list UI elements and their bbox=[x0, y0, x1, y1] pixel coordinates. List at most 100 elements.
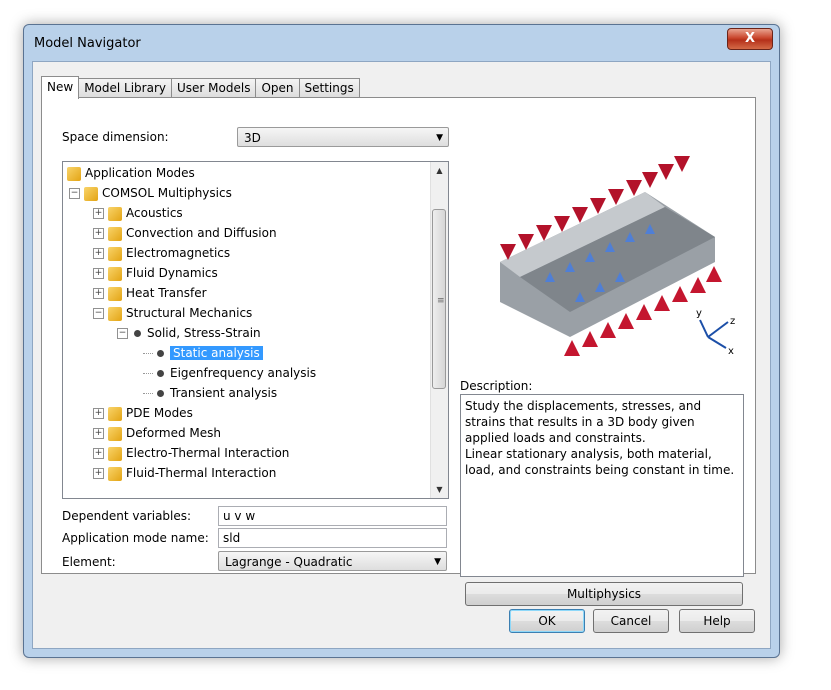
tab-new[interactable]: New bbox=[41, 76, 80, 99]
space-dimension-value: 3D bbox=[244, 131, 261, 145]
scroll-up-icon[interactable]: ▲ bbox=[431, 162, 448, 179]
folder-icon bbox=[108, 466, 122, 481]
folder-icon bbox=[108, 426, 122, 441]
folder-icon bbox=[84, 186, 98, 201]
collapse-icon[interactable]: − bbox=[93, 308, 104, 319]
folder-icon bbox=[108, 246, 122, 261]
tab-model-library[interactable]: Model Library bbox=[78, 78, 172, 98]
app-mode-name-label: Application mode name: bbox=[62, 531, 209, 545]
description-label: Description: bbox=[460, 379, 533, 393]
tree-line bbox=[143, 393, 153, 394]
collapse-icon[interactable]: − bbox=[117, 328, 128, 339]
expand-icon[interactable]: + bbox=[93, 448, 104, 459]
dialog-client-area: New Model Library User Models Open Setti… bbox=[32, 61, 771, 649]
application-mode-tree[interactable]: Application Modes − COMSOL Multiphysics +… bbox=[62, 161, 449, 499]
folder-icon bbox=[108, 226, 122, 241]
space-dimension-label: Space dimension: bbox=[62, 130, 169, 144]
tree-line bbox=[143, 373, 153, 374]
tab-settings[interactable]: Settings bbox=[298, 78, 360, 98]
tree-item[interactable]: Eigenfrequency analysis bbox=[143, 363, 316, 383]
tree-item-label: Fluid-Thermal Interaction bbox=[126, 466, 277, 480]
element-select[interactable]: Lagrange - Quadratic ▼ bbox=[218, 551, 447, 571]
tree-item-label: Deformed Mesh bbox=[126, 426, 222, 440]
tree-item-label: PDE Modes bbox=[126, 406, 193, 420]
tree-scrollbar[interactable]: ▲ ≡ ▼ bbox=[430, 162, 448, 498]
app-mode-name-input[interactable]: sld bbox=[218, 528, 447, 548]
tab-strip: New Model Library User Models Open Setti… bbox=[41, 76, 360, 99]
axis-x-label: x bbox=[728, 346, 734, 357]
collapse-icon[interactable]: − bbox=[69, 188, 80, 199]
description-line: strains that results in a 3D body given bbox=[465, 415, 695, 429]
close-button[interactable]: X bbox=[727, 28, 773, 50]
expand-icon[interactable]: + bbox=[93, 208, 104, 219]
tree-item-selected[interactable]: Static analysis bbox=[143, 343, 263, 363]
tree-item-label: Solid, Stress-Strain bbox=[147, 326, 261, 340]
expand-icon[interactable]: + bbox=[93, 408, 104, 419]
tree-item[interactable]: − COMSOL Multiphysics bbox=[69, 183, 232, 203]
tab-open[interactable]: Open bbox=[255, 78, 300, 98]
axis-z-label: z bbox=[730, 316, 735, 327]
tree-item[interactable]: + Convection and Diffusion bbox=[93, 223, 277, 243]
bullet-icon bbox=[157, 350, 164, 357]
description-line: load, and constraints being constant in … bbox=[465, 463, 735, 477]
description-line: applied loads and constraints. bbox=[465, 431, 646, 445]
multiphysics-button[interactable]: Multiphysics bbox=[465, 582, 743, 606]
expand-icon[interactable]: + bbox=[93, 228, 104, 239]
tree-item[interactable]: + Electro-Thermal Interaction bbox=[93, 443, 289, 463]
bullet-icon bbox=[134, 330, 141, 337]
description-line: Linear stationary analysis, both materia… bbox=[465, 447, 712, 461]
grip-icon: ≡ bbox=[437, 296, 445, 306]
folder-icon bbox=[108, 286, 122, 301]
tree-item-label: Eigenfrequency analysis bbox=[170, 366, 317, 380]
title-bar[interactable]: Model Navigator X bbox=[24, 25, 779, 61]
dependent-variables-input[interactable]: u v w bbox=[218, 506, 447, 526]
tree-item[interactable]: − Structural Mechanics bbox=[93, 303, 252, 323]
tree-item[interactable]: + Acoustics bbox=[93, 203, 183, 223]
space-dimension-select[interactable]: 3D ▼ bbox=[237, 127, 449, 147]
tree-item-label: Electromagnetics bbox=[126, 246, 231, 260]
tree-item[interactable]: + Fluid-Thermal Interaction bbox=[93, 463, 276, 483]
tree-item-label: Acoustics bbox=[126, 206, 183, 220]
element-value: Lagrange - Quadratic bbox=[225, 555, 353, 569]
expand-icon[interactable]: + bbox=[93, 248, 104, 259]
help-button[interactable]: Help bbox=[679, 609, 755, 633]
tree-item[interactable]: − Solid, Stress-Strain bbox=[117, 323, 261, 343]
tree-item-label: Heat Transfer bbox=[126, 286, 207, 300]
expand-icon[interactable]: + bbox=[93, 428, 104, 439]
chevron-down-icon: ▼ bbox=[434, 557, 441, 567]
tree-item-label: Static analysis bbox=[170, 346, 263, 360]
tree-item[interactable]: Transient analysis bbox=[143, 383, 277, 403]
folder-icon bbox=[108, 266, 122, 281]
expand-icon[interactable]: + bbox=[93, 288, 104, 299]
scroll-down-icon[interactable]: ▼ bbox=[431, 481, 448, 498]
description-box: Study the displacements, stresses, and s… bbox=[460, 394, 744, 577]
tree-item[interactable]: + Electromagnetics bbox=[93, 243, 230, 263]
tree-item[interactable]: + Heat Transfer bbox=[93, 283, 207, 303]
expand-icon[interactable]: + bbox=[93, 468, 104, 479]
model-navigator-window: Model Navigator X New Model Library User… bbox=[23, 24, 780, 658]
tree-item-label: Convection and Diffusion bbox=[126, 226, 277, 240]
tree-item[interactable]: + Fluid Dynamics bbox=[93, 263, 218, 283]
element-label: Element: bbox=[62, 555, 116, 569]
tab-panel-new: Space dimension: 3D ▼ Application Modes … bbox=[41, 97, 756, 606]
folder-icon bbox=[108, 406, 122, 421]
tree-item[interactable]: Application Modes bbox=[67, 163, 195, 183]
ok-button[interactable]: OK bbox=[509, 609, 585, 633]
axis-y-label: y bbox=[696, 308, 702, 319]
dependent-variables-label: Dependent variables: bbox=[62, 509, 192, 523]
bullet-icon bbox=[157, 390, 164, 397]
tree-item-label: Electro-Thermal Interaction bbox=[126, 446, 290, 460]
tree-line bbox=[143, 353, 153, 354]
cancel-button[interactable]: Cancel bbox=[593, 609, 669, 633]
window-title: Model Navigator bbox=[34, 36, 141, 51]
description-line: Study the displacements, stresses, and bbox=[465, 399, 702, 413]
scrollbar-thumb[interactable]: ≡ bbox=[432, 209, 446, 389]
chevron-down-icon: ▼ bbox=[436, 133, 443, 143]
tree-item[interactable]: + Deformed Mesh bbox=[93, 423, 221, 443]
tree-item-label: COMSOL Multiphysics bbox=[102, 186, 232, 200]
tree-item[interactable]: + PDE Modes bbox=[93, 403, 193, 423]
tab-user-models[interactable]: User Models bbox=[171, 78, 257, 98]
preview-svg: y z x bbox=[500, 156, 735, 357]
expand-icon[interactable]: + bbox=[93, 268, 104, 279]
folder-icon bbox=[108, 206, 122, 221]
